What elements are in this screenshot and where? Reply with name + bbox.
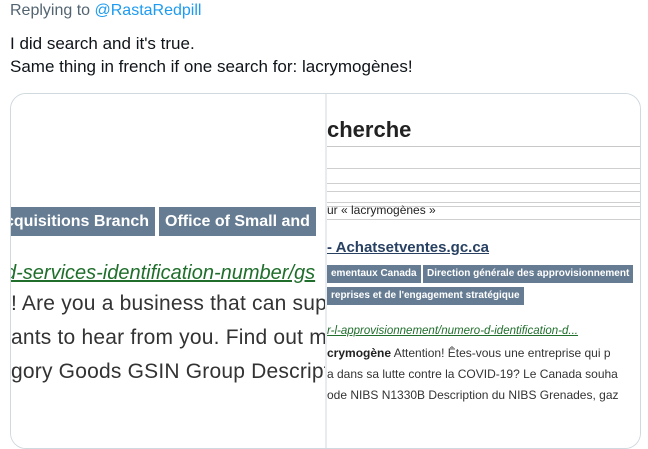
form-field <box>327 168 640 184</box>
result-snippet-line: ants to hear from you. Find out m <box>11 326 325 349</box>
replying-handle-link[interactable]: @RastaRedpill <box>95 2 202 19</box>
divider <box>327 146 640 147</box>
result-url: r-l-approvisionnement/numero-d-identific… <box>327 325 578 337</box>
media-card[interactable]: cquisitions Branch Office of Small and d… <box>10 93 641 449</box>
nav-tab: Office of Small and <box>159 207 316 236</box>
breadcrumb-tag: reprises et de l'engagement stratégique <box>327 287 524 305</box>
result-snippet-line: crymogène Attention! Êtes-vous une entre… <box>327 346 611 360</box>
breadcrumb-tag: Direction générale des approvisionnement <box>423 265 634 283</box>
tweet-text: I did search and it's true. Same thing i… <box>10 34 413 76</box>
nav-tab: cquisitions Branch <box>11 207 156 236</box>
result-snippet-line: ! Are you a business that can supp <box>11 292 325 315</box>
result-snippet-line: a dans sa lutte contre la COVID-19? Le C… <box>327 367 618 381</box>
result-snippet-line: gory Goods GSIN Group Descriptio <box>11 360 325 383</box>
breadcrumb-tag: ementaux Canada <box>327 265 421 283</box>
replying-prefix: Replying to <box>10 2 91 19</box>
result-url: d-services-identification-number/gs <box>11 262 316 284</box>
snippet-text: Attention! Êtes-vous une entreprise qui … <box>391 346 611 360</box>
screenshot-french-search[interactable]: cherche ur « lacrymogènes » - Achatsetve… <box>327 94 640 448</box>
screenshot-english-search[interactable]: cquisitions Branch Office of Small and d… <box>11 94 325 448</box>
result-snippet-line: ode NIBS N1330B Description du NIBS Gren… <box>327 388 619 402</box>
result-title-link: - Achatsetventes.gc.ca <box>327 239 490 256</box>
search-summary: ur « lacrymogènes » <box>327 203 436 217</box>
replying-to: Replying to @RastaRedpill <box>10 2 201 20</box>
highlighted-term: crymogène <box>327 346 392 360</box>
search-page-title: cherche <box>327 117 412 142</box>
breadcrumb-tabs: cquisitions Branch Office of Small and <box>11 207 316 236</box>
